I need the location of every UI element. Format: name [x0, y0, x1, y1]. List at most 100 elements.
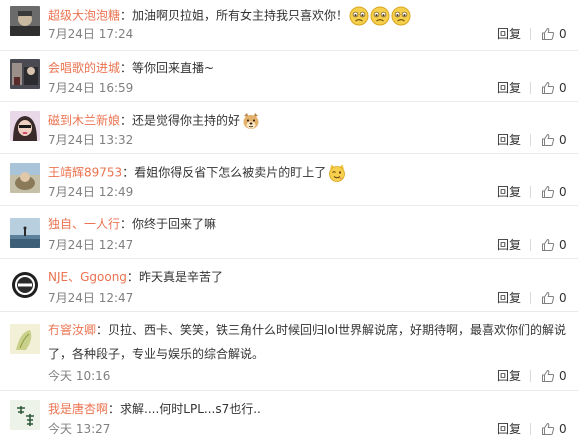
reply-link[interactable]: 回复: [497, 26, 521, 42]
avatar[interactable]: [10, 111, 40, 141]
colon: ：: [120, 61, 133, 75]
doge-icon: [241, 111, 261, 131]
timestamp: 7月24日 16:59: [48, 81, 134, 95]
thumbs-up-icon: [541, 291, 555, 305]
comment-text: 看姐你得反省下怎么被卖片的盯上了: [134, 165, 327, 180]
reply-link[interactable]: 回复: [497, 368, 521, 384]
thumbs-up-icon: [541, 369, 555, 383]
comment-text: 了，各种段子，专业与娱乐的综合解说。: [48, 347, 265, 361]
reply-link[interactable]: 回复: [497, 237, 521, 253]
timestamp: 7月24日 12:47: [48, 238, 134, 252]
thumbs-up-icon: [541, 185, 555, 199]
like-count: 0: [559, 291, 567, 305]
avatar[interactable]: [10, 163, 40, 193]
reply-link[interactable]: 回复: [497, 80, 521, 96]
sad-face-icon: [391, 6, 411, 26]
reply-link[interactable]: 回复: [497, 290, 521, 306]
colon: ：: [108, 402, 121, 416]
username-link[interactable]: 冇窨汝卿: [48, 323, 96, 337]
like-count: 0: [559, 185, 567, 199]
timestamp: 今天 10:16: [48, 369, 111, 383]
comment-text-line: 磁到木兰新娘：还是觉得你主持的好: [48, 111, 261, 131]
avatar[interactable]: [10, 270, 40, 300]
comment-text: 加油啊贝拉姐，所有女主持我只喜欢你！: [132, 8, 349, 23]
reply-link[interactable]: 回复: [497, 421, 521, 437]
avatar[interactable]: [10, 218, 40, 248]
colon: ：: [122, 165, 135, 180]
reply-link[interactable]: 回复: [497, 132, 521, 148]
sad-face-icon: [349, 6, 369, 26]
like-button[interactable]: 0: [541, 237, 567, 253]
like-button[interactable]: 0: [541, 80, 567, 96]
like-button[interactable]: 0: [541, 368, 567, 384]
timestamp: 今天 13:27: [48, 422, 111, 436]
username-link[interactable]: 王靖辉89753: [48, 166, 122, 180]
comment-separator: [0, 50, 578, 51]
colon: ：: [96, 323, 109, 337]
reply-link[interactable]: 回复: [497, 184, 521, 200]
like-button[interactable]: 0: [541, 184, 567, 200]
action-divider: [530, 82, 531, 94]
like-count: 0: [559, 81, 567, 95]
colon: ：: [126, 270, 139, 284]
comment-text: 你终于回来了嘛: [132, 217, 217, 231]
username-link[interactable]: 独自、一人行: [48, 217, 120, 231]
comment-text: 等你回来直播~: [132, 61, 215, 75]
like-count: 0: [559, 27, 567, 41]
colon: ：: [120, 113, 133, 128]
avatar[interactable]: [10, 324, 40, 354]
comment-text: 贝拉、西卡、笑笑，铁三角什么时候回归lol世界解说席，好期待啊，最喜欢你们的解说: [108, 323, 567, 337]
username-link[interactable]: 我是唐杏啊: [48, 402, 108, 416]
wink-cat-icon: [327, 163, 347, 183]
comment-separator: [0, 258, 578, 259]
comment-separator: [0, 101, 578, 102]
comment-text-line: 我是唐杏啊：求解....何时LPL...s7也行..: [48, 400, 261, 418]
username-link[interactable]: 超级大泡泡糖: [48, 9, 120, 23]
action-divider: [530, 239, 531, 251]
colon: ：: [120, 217, 133, 231]
timestamp: 7月24日 12:49: [48, 185, 134, 199]
avatar[interactable]: [10, 6, 40, 36]
thumbs-up-icon: [541, 238, 555, 252]
action-divider: [530, 186, 531, 198]
thumbs-up-icon: [541, 27, 555, 41]
like-count: 0: [559, 422, 567, 436]
like-button[interactable]: 0: [541, 290, 567, 306]
comment-text-line: NJE、Ggoong：昨天真是辛苦了: [48, 268, 223, 286]
sad-face-icon: [370, 6, 390, 26]
username-link[interactable]: NJE、Ggoong: [48, 270, 127, 284]
like-button[interactable]: 0: [541, 421, 567, 437]
comment-text-line: 会唱歌的进城：等你回来直播~: [48, 59, 214, 77]
comment-text: 还是觉得你主持的好: [132, 113, 241, 128]
thumbs-up-icon: [541, 422, 555, 436]
like-button[interactable]: 0: [541, 132, 567, 148]
comment-text-line-2: 了，各种段子，专业与娱乐的综合解说。: [48, 345, 264, 363]
like-button[interactable]: 0: [541, 26, 567, 42]
comment-list: 超级大泡泡糖：加油啊贝拉姐，所有女主持我只喜欢你！ 7月24日 17:24 回复…: [0, 0, 578, 445]
comment-text: 求解....何时LPL...s7也行..: [120, 402, 261, 416]
like-count: 0: [559, 238, 567, 252]
action-divider: [530, 370, 531, 382]
comment-text-line: 独自、一人行：你终于回来了嘛: [48, 215, 216, 233]
username-link[interactable]: 磁到木兰新娘: [48, 114, 120, 128]
action-divider: [530, 28, 531, 40]
timestamp: 7月24日 13:32: [48, 133, 134, 147]
comment-separator: [0, 311, 578, 312]
thumbs-up-icon: [541, 133, 555, 147]
username-link[interactable]: 会唱歌的进城: [48, 61, 120, 75]
comment-separator: [0, 153, 578, 154]
action-divider: [530, 292, 531, 304]
avatar[interactable]: [10, 59, 40, 89]
avatar[interactable]: [10, 400, 40, 430]
like-count: 0: [559, 133, 567, 147]
colon: ：: [120, 8, 133, 23]
thumbs-up-icon: [541, 81, 555, 95]
action-divider: [530, 134, 531, 146]
comment-text-line: 超级大泡泡糖：加油啊贝拉姐，所有女主持我只喜欢你！: [48, 6, 411, 26]
timestamp: 7月24日 12:47: [48, 291, 134, 305]
comment-separator: [0, 390, 578, 391]
timestamp: 7月24日 17:24: [48, 27, 134, 41]
like-count: 0: [559, 369, 567, 383]
comment-text-line: 王靖辉89753：看姐你得反省下怎么被卖片的盯上了: [48, 163, 347, 183]
comment-text-line: 冇窨汝卿：贝拉、西卡、笑笑，铁三角什么时候回归lol世界解说席，好期待啊，最喜欢…: [48, 321, 566, 339]
